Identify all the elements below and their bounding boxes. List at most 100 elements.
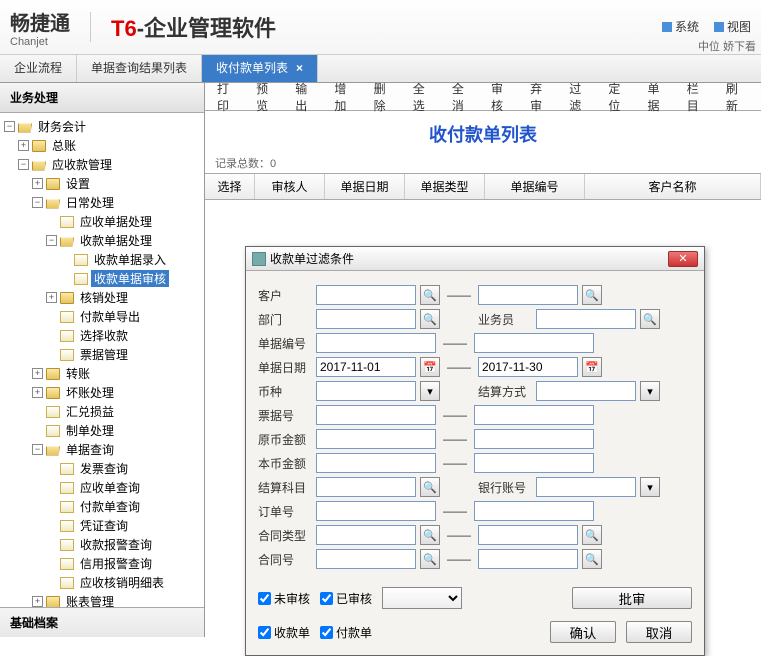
collapse-icon[interactable]: − [18,159,29,170]
salesman-input[interactable] [536,309,636,329]
expand-icon[interactable]: + [32,387,43,398]
lookup-icon[interactable]: 🔍 [640,309,660,329]
expand-icon[interactable]: + [18,140,29,151]
close-button[interactable]: ✕ [668,251,698,267]
lookup-icon[interactable]: 🔍 [420,309,440,329]
lookup-icon[interactable]: 🔍 [420,525,440,545]
customer-to-input[interactable] [478,285,578,305]
contracttype-from-input[interactable] [316,525,416,545]
col-auditor[interactable]: 审核人 [255,174,325,199]
origamt-from-input[interactable] [316,429,436,449]
combo-filter[interactable] [382,587,462,609]
node-transfer[interactable]: +转账 [4,364,204,383]
chk-audited[interactable]: 已审核 [320,590,372,607]
col-no[interactable]: 单据编号 [485,174,585,199]
node-bill-mgmt[interactable]: 票据管理 [4,345,204,364]
billno-from-input[interactable] [316,333,436,353]
chk-receipt[interactable]: 收款单 [258,624,310,641]
col-customer[interactable]: 客户名称 [585,174,761,199]
tab-query-result[interactable]: 单据查询结果列表 [77,53,202,82]
chk-payment[interactable]: 付款单 [320,624,372,641]
bank-input[interactable] [536,477,636,497]
label-dept: 部门 [258,311,312,328]
node-invoice-q[interactable]: 发票查询 [4,459,204,478]
node-writeoff-detail[interactable]: 应收核销明细表 [4,573,204,592]
expand-icon[interactable]: + [32,368,43,379]
close-icon[interactable]: × [296,61,303,75]
lookup-icon[interactable]: 🔍 [582,549,602,569]
noteno-to-input[interactable] [474,405,594,425]
localamt-from-input[interactable] [316,453,436,473]
col-date[interactable]: 单据日期 [325,174,405,199]
lookup-icon[interactable]: 🔍 [582,285,602,305]
calendar-icon[interactable]: 📅 [420,357,440,377]
collapse-icon[interactable]: − [32,197,43,208]
dropdown-icon[interactable]: ▾ [640,477,660,497]
orderno-from-input[interactable] [316,501,436,521]
node-voucher-make[interactable]: 制单处理 [4,421,204,440]
contractno-to-input[interactable] [478,549,578,569]
date-from-input[interactable] [316,357,416,377]
tab-process[interactable]: 企业流程 [0,53,77,82]
node-receipt[interactable]: −收款单据处理 [4,231,204,250]
contracttype-to-input[interactable] [478,525,578,545]
checkbox[interactable] [258,592,271,605]
node-baddebt[interactable]: +坏账处理 [4,383,204,402]
node-pay-export[interactable]: 付款单导出 [4,307,204,326]
expand-icon[interactable]: + [32,178,43,189]
node-query[interactable]: −单据查询 [4,440,204,459]
col-select[interactable]: 选择 [205,174,255,199]
node-writeoff[interactable]: +核销处理 [4,288,204,307]
calendar-icon[interactable]: 📅 [582,357,602,377]
node-receipt-entry[interactable]: 收款单据录入 [4,250,204,269]
settle-input[interactable] [536,381,636,401]
node-ar-voucher[interactable]: 应收单据处理 [4,212,204,231]
menu-view[interactable]: 视图 [714,18,751,35]
localamt-to-input[interactable] [474,453,594,473]
collapse-icon[interactable]: − [32,444,43,455]
customer-from-input[interactable] [316,285,416,305]
node-report[interactable]: +账表管理 [4,592,204,607]
dropdown-icon[interactable]: ▾ [420,381,440,401]
chk-unaudited[interactable]: 未审核 [258,590,310,607]
checkbox[interactable] [320,592,333,605]
origamt-to-input[interactable] [474,429,594,449]
node-finance[interactable]: −财务会计 [4,117,204,136]
date-to-input[interactable] [478,357,578,377]
node-pay-q[interactable]: 付款单查询 [4,497,204,516]
sidebar-footer[interactable]: 基础档案 [0,607,204,637]
lookup-icon[interactable]: 🔍 [420,549,440,569]
dialog-titlebar[interactable]: 收款单过滤条件 ✕ [246,247,704,271]
lookup-icon[interactable]: 🔍 [420,285,440,305]
dropdown-icon[interactable]: ▾ [640,381,660,401]
col-type[interactable]: 单据类型 [405,174,485,199]
node-credit-alert[interactable]: 信用报警查询 [4,554,204,573]
dept-input[interactable] [316,309,416,329]
node-select-receipt[interactable]: 选择收款 [4,326,204,345]
node-voucher-q[interactable]: 凭证查询 [4,516,204,535]
node-daily[interactable]: −日常处理 [4,193,204,212]
batch-button[interactable]: 批审 [572,587,692,609]
billno-to-input[interactable] [474,333,594,353]
node-receipt-audit[interactable]: 收款单据审核 [4,269,204,288]
node-receipt-alert[interactable]: 收款报警查询 [4,535,204,554]
cancel-button[interactable]: 取消 [626,621,692,643]
node-gl[interactable]: +总账 [4,136,204,155]
noteno-from-input[interactable] [316,405,436,425]
expand-icon[interactable]: + [32,596,43,607]
account-input[interactable] [316,477,416,497]
currency-input[interactable] [316,381,416,401]
node-settings[interactable]: +设置 [4,174,204,193]
collapse-icon[interactable]: − [4,121,15,132]
collapse-icon[interactable]: − [46,235,57,246]
node-ar-q[interactable]: 应收单查询 [4,478,204,497]
expand-icon[interactable]: + [46,292,57,303]
node-ar[interactable]: −应收款管理 [4,155,204,174]
lookup-icon[interactable]: 🔍 [420,477,440,497]
lookup-icon[interactable]: 🔍 [582,525,602,545]
orderno-to-input[interactable] [474,501,594,521]
menu-system[interactable]: 系统 [662,18,699,35]
contractno-from-input[interactable] [316,549,416,569]
ok-button[interactable]: 确认 [550,621,616,643]
node-exchange[interactable]: 汇兑损益 [4,402,204,421]
